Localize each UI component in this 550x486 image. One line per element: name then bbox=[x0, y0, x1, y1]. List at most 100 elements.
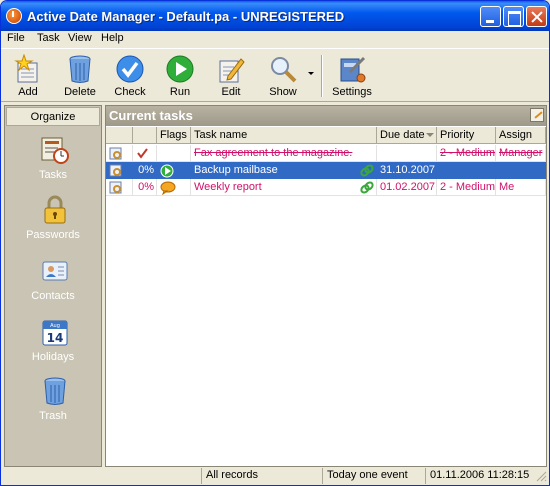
menu-task[interactable]: Task bbox=[37, 32, 60, 44]
column-header-flags[interactable]: Flags bbox=[157, 127, 191, 144]
app-window: Active Date Manager - Default.pa - UNREG… bbox=[0, 0, 550, 486]
trash-can-icon bbox=[69, 55, 91, 83]
settings-tools-icon bbox=[340, 56, 366, 83]
row-flags-cell bbox=[157, 179, 191, 196]
status-datetime: 01.11.2006 11:28:15 bbox=[425, 468, 535, 484]
column-header-priority[interactable]: Priority bbox=[437, 127, 496, 144]
menu-view[interactable]: View bbox=[68, 32, 92, 44]
show-button[interactable]: Show bbox=[261, 52, 305, 100]
sidebar-label-tasks: Tasks bbox=[38, 169, 68, 181]
settings-label: Settings bbox=[332, 86, 372, 98]
row-progress-cell: 0% bbox=[133, 179, 157, 196]
panel-title: Current tasks bbox=[106, 106, 546, 126]
sidebar-label-trash: Trash bbox=[39, 410, 67, 422]
task-note-icon bbox=[109, 164, 122, 177]
window-title: Active Date Manager - Default.pa - UNREG… bbox=[27, 9, 345, 24]
play-icon bbox=[166, 55, 194, 83]
edit-pencil-icon bbox=[219, 58, 245, 83]
sidebar-item-trash[interactable]: Trash bbox=[5, 376, 101, 436]
due-date-cell: 31.10.2007 bbox=[377, 162, 437, 179]
table-row[interactable]: 0% Weekly report 01.02.2007 2 - Medium M… bbox=[106, 179, 546, 196]
link-icon bbox=[360, 181, 374, 194]
assign-cell: Manager bbox=[496, 145, 546, 162]
add-label: Add bbox=[18, 86, 38, 98]
menu-file[interactable]: File bbox=[7, 32, 25, 44]
calendar-icon: Aug 14 bbox=[42, 320, 68, 346]
sidebar-item-contacts[interactable]: Contacts bbox=[5, 256, 101, 316]
contacts-card-icon bbox=[42, 261, 68, 281]
status-bar: All records Today one event 01.11.2006 1… bbox=[1, 467, 549, 485]
table-row[interactable]: Fax agreement to the magazine. 2 - Mediu… bbox=[106, 145, 546, 162]
magnifier-icon bbox=[271, 57, 297, 83]
due-date-cell bbox=[377, 145, 437, 162]
row-type-cell bbox=[106, 179, 133, 196]
column-header-due[interactable]: Due date bbox=[377, 127, 437, 144]
tasks-icon bbox=[41, 137, 69, 164]
column-header-assign[interactable]: Assign bbox=[496, 127, 546, 144]
toolbar: Add Delete Check Run Edit Show Settings bbox=[1, 48, 549, 102]
show-dropdown-button[interactable] bbox=[306, 52, 316, 100]
delete-button[interactable]: Delete bbox=[58, 52, 102, 100]
sidebar-label-passwords: Passwords bbox=[26, 229, 80, 241]
tasks-panel: Current tasks Flags Task name Due date P… bbox=[105, 105, 547, 467]
column-header-task[interactable]: Task name bbox=[191, 127, 377, 144]
task-note-icon bbox=[109, 147, 122, 160]
add-button[interactable]: Add bbox=[7, 52, 49, 100]
status-records: All records bbox=[201, 468, 321, 484]
column-header-due-label: Due date bbox=[380, 129, 425, 141]
minimize-button[interactable] bbox=[480, 6, 501, 27]
close-button[interactable] bbox=[526, 6, 547, 27]
check-button[interactable]: Check bbox=[109, 52, 151, 100]
row-progress-cell bbox=[133, 145, 157, 162]
sidebar-header[interactable]: Organize bbox=[6, 107, 100, 126]
edit-label: Edit bbox=[221, 86, 241, 98]
sidebar-item-tasks[interactable]: Tasks bbox=[5, 135, 101, 195]
sort-down-icon bbox=[426, 133, 434, 137]
checkmark-circle-icon bbox=[116, 55, 144, 83]
task-name-cell: Fax agreement to the magazine. bbox=[191, 145, 377, 162]
organize-sidebar: Organize Tasks Passwords Contacts Aug 14… bbox=[4, 105, 102, 467]
settings-button[interactable]: Settings bbox=[330, 52, 374, 100]
assign-cell: Me bbox=[496, 179, 546, 196]
row-flags-cell bbox=[157, 145, 191, 162]
priority-cell: 2 - Medium bbox=[437, 179, 496, 196]
show-label: Show bbox=[269, 86, 297, 98]
toolbar-separator bbox=[321, 55, 323, 97]
sidebar-item-passwords[interactable]: Passwords bbox=[5, 195, 101, 255]
sidebar-label-holidays: Holidays bbox=[31, 351, 75, 363]
task-name-cell: Backup mailbase bbox=[191, 162, 377, 179]
due-date-cell: 01.02.2007 bbox=[377, 179, 437, 196]
task-name-text: Weekly report bbox=[194, 181, 262, 193]
task-note-icon bbox=[109, 181, 122, 194]
priority-cell bbox=[437, 162, 496, 179]
app-icon[interactable] bbox=[6, 8, 22, 24]
delete-label: Delete bbox=[64, 86, 96, 98]
assign-cell bbox=[496, 162, 546, 179]
sidebar-item-holidays[interactable]: Aug 14 Holidays bbox=[5, 317, 101, 377]
lock-icon bbox=[44, 195, 66, 224]
maximize-button[interactable] bbox=[503, 6, 524, 27]
checkmark-icon bbox=[137, 148, 148, 159]
sidebar-label-contacts: Contacts bbox=[31, 290, 75, 302]
title-bar[interactable]: Active Date Manager - Default.pa - UNREG… bbox=[1, 1, 549, 31]
status-today-events: Today one event bbox=[322, 468, 424, 484]
resize-grip-icon[interactable] bbox=[536, 471, 547, 482]
menu-help[interactable]: Help bbox=[101, 32, 124, 44]
menu-bar: File Task View Help bbox=[1, 31, 549, 48]
run-button[interactable]: Run bbox=[160, 52, 200, 100]
link-icon bbox=[360, 164, 374, 177]
edit-note-icon[interactable] bbox=[530, 108, 544, 122]
speech-bubble-icon bbox=[160, 181, 176, 195]
svg-text:Aug: Aug bbox=[50, 323, 60, 329]
check-label: Check bbox=[114, 86, 146, 98]
svg-text:14: 14 bbox=[47, 331, 64, 345]
column-header-icon[interactable] bbox=[106, 127, 133, 144]
row-type-cell bbox=[106, 162, 133, 179]
row-flags-cell bbox=[157, 162, 191, 179]
play-icon bbox=[160, 164, 174, 178]
edit-button[interactable]: Edit bbox=[209, 52, 253, 100]
table-row[interactable]: 0% Backup mailbase 31.10.2007 bbox=[106, 162, 546, 179]
column-header-progress[interactable] bbox=[133, 127, 157, 144]
task-name-text: Backup mailbase bbox=[194, 164, 278, 176]
priority-cell: 2 - Medium bbox=[437, 145, 496, 162]
